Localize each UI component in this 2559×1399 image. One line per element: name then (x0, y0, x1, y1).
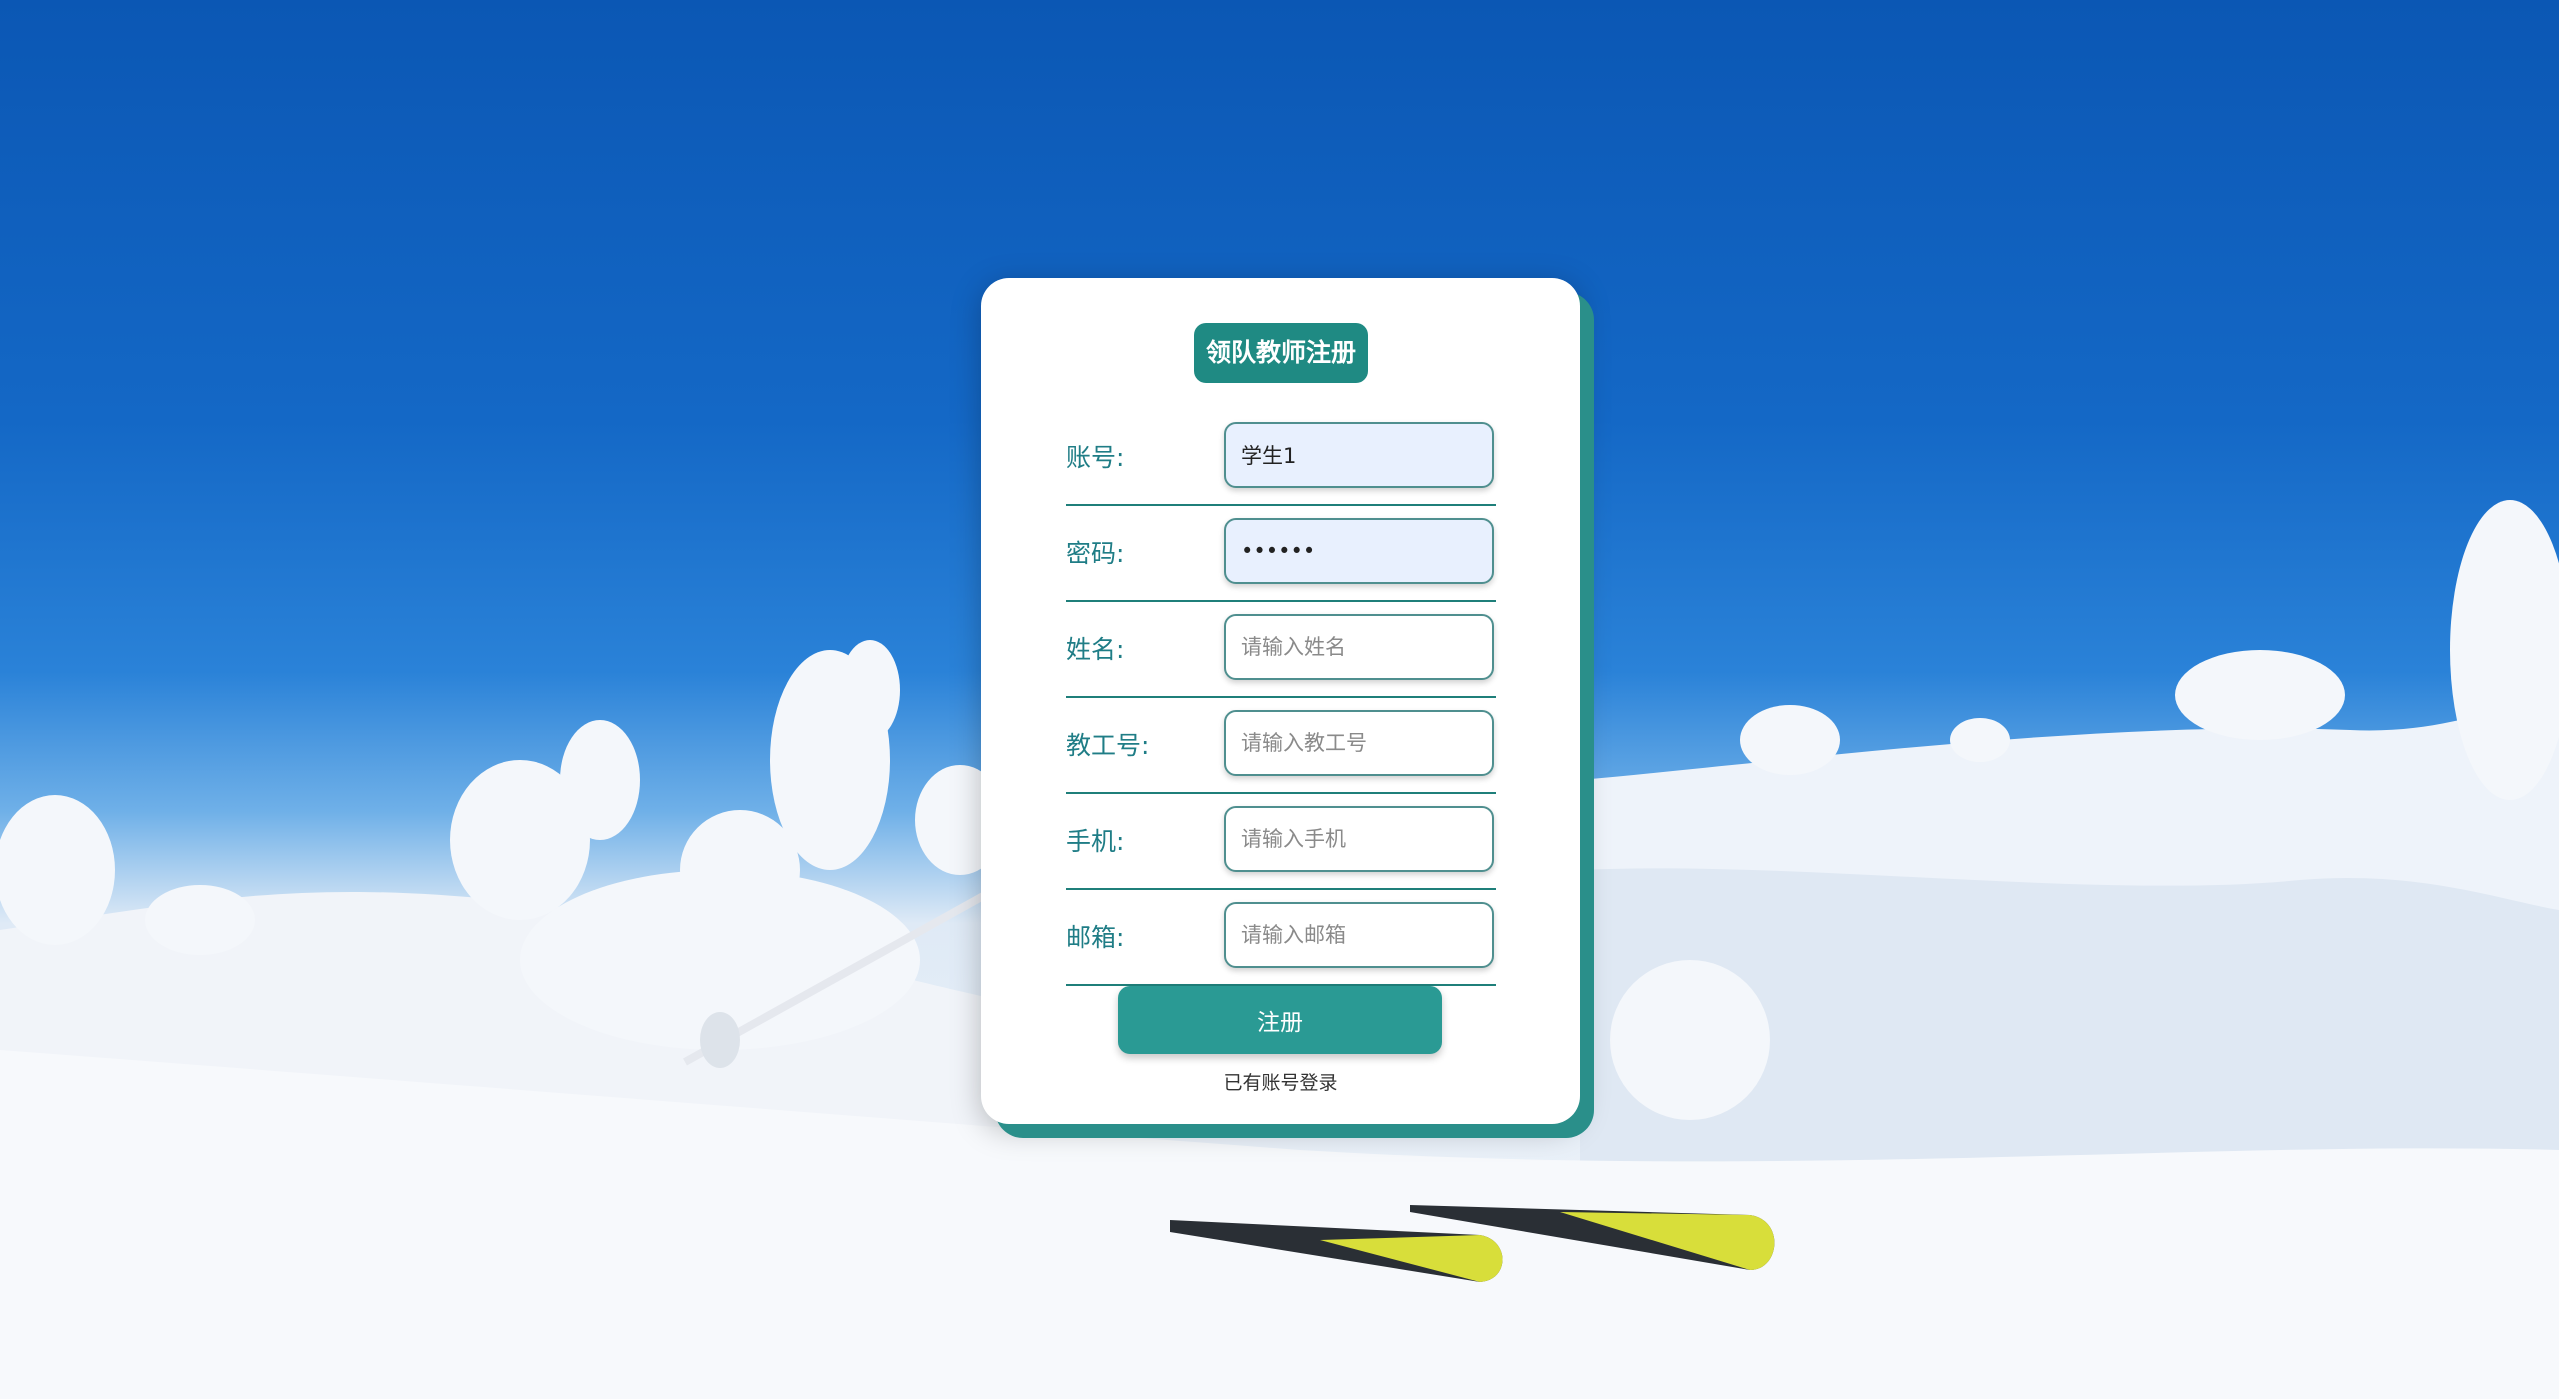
staff-id-input[interactable] (1224, 710, 1494, 776)
register-button[interactable]: 注册 (1118, 986, 1442, 1054)
password-input[interactable] (1224, 518, 1494, 584)
form-title: 领队教师注册 (1194, 323, 1368, 383)
phone-row: 手机: (1066, 794, 1496, 890)
name-label: 姓名: (1066, 635, 1125, 664)
password-row: 密码: (1066, 506, 1496, 602)
name-input[interactable] (1224, 614, 1494, 680)
email-input[interactable] (1224, 902, 1494, 968)
email-row: 邮箱: (1066, 890, 1496, 986)
account-label: 账号: (1066, 443, 1125, 472)
login-link[interactable]: 已有账号登录 (981, 1068, 1580, 1095)
account-input[interactable] (1224, 422, 1494, 488)
password-label: 密码: (1066, 539, 1125, 568)
name-row: 姓名: (1066, 602, 1496, 698)
phone-input[interactable] (1224, 806, 1494, 872)
account-row: 账号: (1066, 410, 1496, 506)
staff-id-label: 教工号: (1066, 731, 1150, 760)
phone-label: 手机: (1066, 827, 1125, 856)
register-card: 领队教师注册 账号: 密码: 姓名: 教工号: 手机: 邮箱: 注册已有账号登录 (981, 278, 1580, 1124)
staff-id-row: 教工号: (1066, 698, 1496, 794)
email-label: 邮箱: (1066, 923, 1125, 952)
